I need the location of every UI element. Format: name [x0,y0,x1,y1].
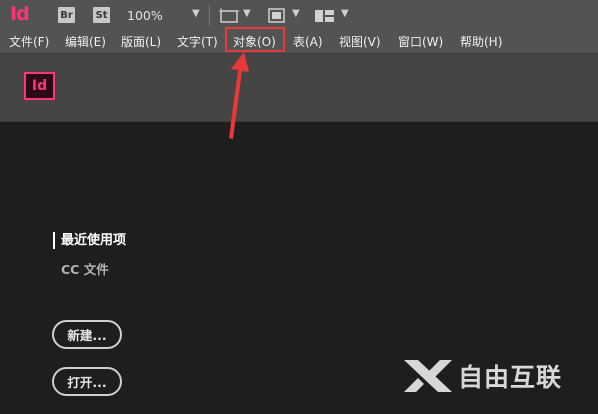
view-options-chevron-down-icon[interactable]: ▼ [243,8,251,19]
arrange-documents-chevron-down-icon[interactable]: ▼ [341,8,349,19]
application-bar: Id Br St 100% ▼ ▼ ▼ ▼ [0,0,598,32]
recent-items-tab[interactable]: 最近使用项 [53,232,126,249]
object-menu-highlight-box [225,27,285,52]
menu-item-type[interactable]: 文字(T) [177,31,218,53]
screen-mode-icon[interactable] [268,8,285,27]
cc-files-tab[interactable]: CC 文件 [61,259,109,278]
view-options-icon[interactable] [219,8,239,27]
bridge-button[interactable]: Br [58,7,75,23]
menu-item-edit[interactable]: 编辑(E) [65,31,106,53]
watermark: 自由互联 [402,358,562,394]
new-document-button[interactable]: 新建... [52,320,122,349]
toolbar-divider [209,5,210,26]
menu-item-window[interactable]: 窗口(W) [398,31,443,53]
indesign-logo: Id [10,3,30,25]
open-document-button[interactable]: 打开... [52,367,122,396]
menu-item-help[interactable]: 帮助(H) [460,31,502,53]
menu-item-file[interactable]: 文件(F) [9,31,49,53]
zoom-level[interactable]: 100% [127,8,163,23]
screen-mode-chevron-down-icon[interactable]: ▼ [292,8,300,19]
start-indesign-logo: Id [24,72,55,100]
watermark-text: 自由互联 [458,363,563,392]
menu-bar: 文件(F) 编辑(E) 版面(L) 文字(T) 对象(O) 表(A) 视图(V)… [0,31,598,54]
watermark-x-logo-icon [404,360,452,392]
stock-button[interactable]: St [93,7,110,23]
zoom-chevron-down-icon[interactable]: ▼ [192,8,200,19]
arrange-documents-icon[interactable] [315,8,334,27]
menu-item-table[interactable]: 表(A) [293,31,323,53]
menu-item-layout[interactable]: 版面(L) [121,31,161,53]
start-header [0,54,598,122]
menu-item-view[interactable]: 视图(V) [339,31,381,53]
